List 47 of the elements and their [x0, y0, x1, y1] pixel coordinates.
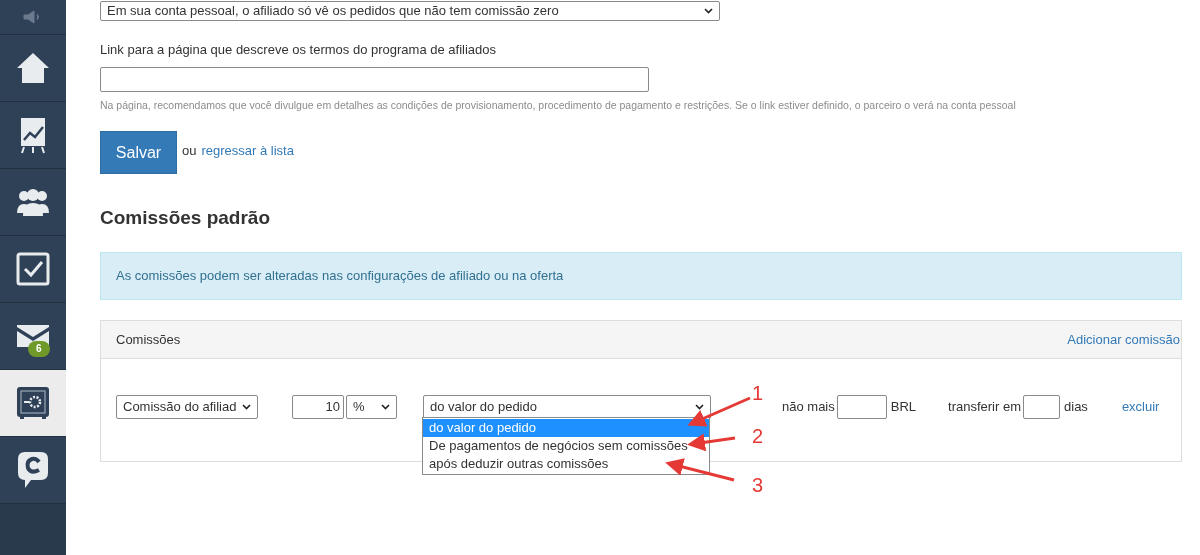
chart-icon: [19, 116, 47, 154]
annotation-arrow: [665, 458, 735, 482]
annotation-arrow: [687, 433, 736, 452]
chevron-icon: [381, 403, 390, 410]
checkbox-icon: [16, 252, 50, 286]
chevron-icon: [695, 403, 704, 410]
panel-title: Comissões: [116, 330, 181, 349]
dropdown-option[interactable]: após deduzir outras comissões: [423, 455, 709, 473]
people-icon: [15, 187, 51, 217]
annotation-number: 1: [752, 381, 764, 406]
days-label: dias: [1064, 398, 1088, 416]
chevron-icon: [242, 403, 251, 410]
select-field[interactable]: %: [346, 394, 397, 419]
count-badge: 6: [28, 341, 50, 357]
days-field[interactable]: [1023, 394, 1060, 419]
max-label: não mais: [782, 398, 835, 416]
select-field[interactable]: Comissão do afiliad: [116, 394, 258, 419]
dropdown-option[interactable]: De pagamentos de negócios sem comissões: [423, 437, 709, 455]
input-field[interactable]: [100, 66, 649, 92]
annotation-number: 3: [752, 473, 764, 498]
annotation-number: 2: [752, 424, 764, 449]
sidebar-item[interactable]: [0, 370, 66, 437]
save-button[interactable]: Salvar: [100, 131, 177, 175]
amount-field[interactable]: 10: [292, 394, 344, 419]
back-link[interactable]: regressar à lista: [201, 141, 294, 161]
chevron-icon: [704, 8, 713, 14]
transfer-label: transferir em: [948, 398, 1021, 416]
info-text: As comissões podem ser alteradas nas configurações de afiliado ou na oferta: [116, 267, 564, 285]
max-amount-field[interactable]: [836, 394, 887, 419]
field-label: Link para a página que descreve os termos do programa de afiliados: [100, 41, 498, 59]
add-commission-link[interactable]: Adicionar comissão: [1067, 329, 1181, 349]
chat-icon: [17, 450, 49, 490]
hint-text: Na página, recomendamos que você divulgue em detalhes as condições de provisionamento, procedimento de pagamento e restrições. Se o link estiver definido, o parceiro o verá na conta pessoal: [100, 97, 1017, 113]
currency-label: BRL: [890, 398, 917, 416]
sidebar-item[interactable]: [0, 35, 66, 102]
select-field[interactable]: do valor do pedido: [423, 394, 711, 419]
sidebar-item[interactable]: [0, 437, 66, 504]
select-field[interactable]: Em sua conta pessoal, o afiliado só vê os pedidos que não tem comissão zero: [100, 1, 720, 21]
sidebar-item[interactable]: [0, 102, 66, 169]
sidebar-item[interactable]: [0, 236, 66, 303]
safe-icon: [16, 386, 50, 420]
sidebar-item[interactable]: [0, 169, 66, 236]
delete-link[interactable]: excluir: [1121, 397, 1160, 417]
annotation-arrow: [687, 396, 751, 427]
or-text: ou: [182, 142, 197, 160]
home-icon: [15, 51, 51, 85]
section-title: Comissões padrão: [100, 206, 271, 231]
